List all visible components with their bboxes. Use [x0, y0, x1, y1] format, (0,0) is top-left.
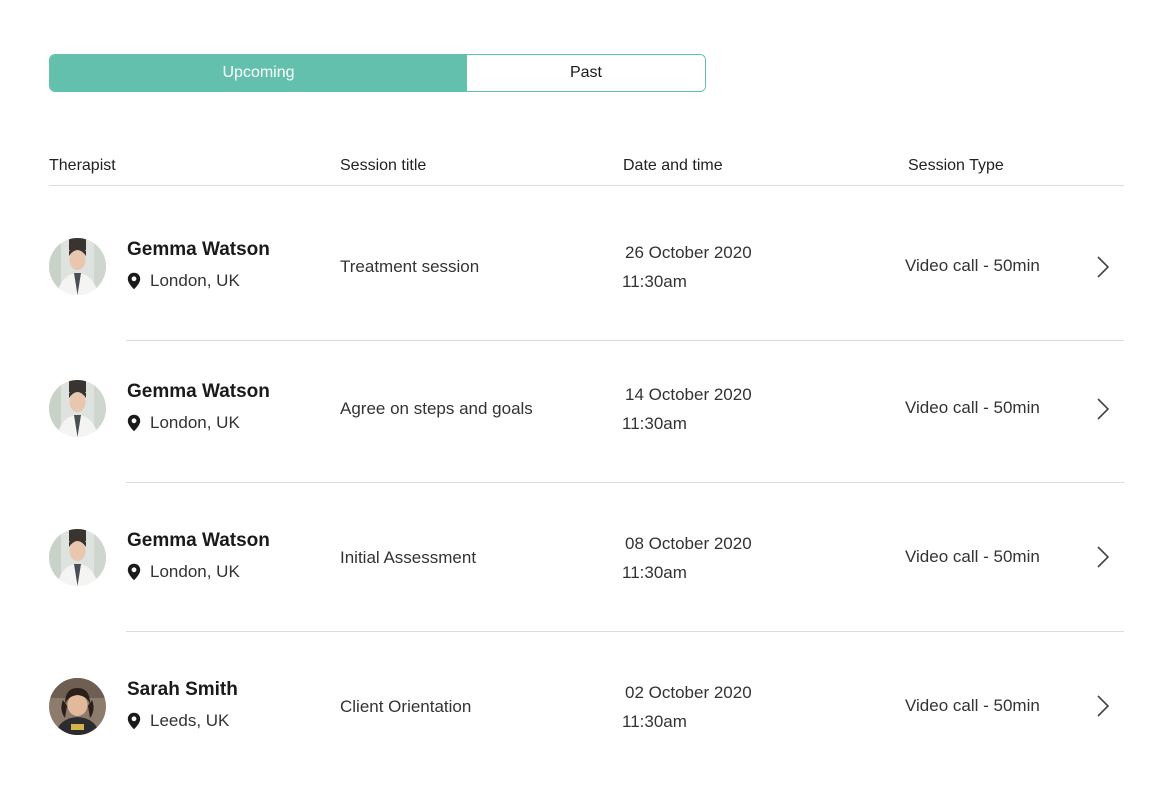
column-header-date-time: Date and time	[623, 157, 723, 174]
therapist-location: London, UK	[127, 271, 240, 291]
tab-upcoming[interactable]: Upcoming	[50, 55, 467, 91]
therapist-avatar	[49, 678, 106, 735]
location-label: London, UK	[150, 413, 240, 432]
session-time: 11:30am	[622, 272, 687, 291]
therapist-location: Leeds, UK	[127, 711, 229, 731]
map-pin-icon	[127, 414, 141, 432]
therapist-name: Gemma Watson	[127, 530, 270, 551]
table-header: Therapist Session title Date and time Se…	[49, 155, 1124, 186]
therapist-location: London, UK	[127, 562, 240, 582]
chevron-right-icon[interactable]	[1095, 255, 1111, 279]
tab-past[interactable]: Past	[467, 55, 705, 91]
session-date: 14 October 2020	[625, 385, 752, 404]
therapist-avatar	[49, 238, 106, 295]
session-date: 08 October 2020	[625, 534, 752, 553]
session-type: Video call - 50min	[905, 547, 1040, 566]
session-title: Client Orientation	[340, 697, 472, 716]
table-row[interactable]: Gemma Watson London, UK Agree on steps a…	[49, 341, 1124, 483]
chevron-right-icon[interactable]	[1095, 397, 1111, 421]
session-time: 11:30am	[622, 712, 687, 731]
therapist-name: Gemma Watson	[127, 381, 270, 402]
location-label: London, UK	[150, 562, 240, 581]
session-date: 02 October 2020	[625, 683, 752, 702]
session-title: Agree on steps and goals	[340, 399, 533, 418]
location-label: Leeds, UK	[150, 711, 230, 730]
therapist-location: London, UK	[127, 413, 240, 433]
map-pin-icon	[127, 272, 141, 290]
session-time: 11:30am	[622, 414, 687, 433]
table-row[interactable]: Gemma Watson London, UK Initial Assessme…	[49, 483, 1124, 631]
therapist-avatar	[49, 380, 106, 437]
session-type: Video call - 50min	[905, 256, 1040, 275]
chevron-right-icon[interactable]	[1095, 694, 1111, 718]
session-title: Treatment session	[340, 257, 480, 276]
therapist-name: Gemma Watson	[127, 239, 270, 260]
map-pin-icon	[127, 563, 141, 581]
session-tabs: Upcoming Past	[49, 54, 706, 92]
table-row[interactable]: Sarah Smith Leeds, UK Client Orientation…	[49, 632, 1124, 782]
therapist-name: Sarah Smith	[127, 679, 238, 700]
therapist-avatar	[49, 529, 106, 586]
session-date: 26 October 2020	[625, 243, 752, 262]
session-time: 11:30am	[622, 563, 687, 582]
column-header-therapist: Therapist	[49, 157, 116, 174]
chevron-right-icon[interactable]	[1095, 545, 1111, 569]
location-label: London, UK	[150, 271, 240, 290]
map-pin-icon	[127, 712, 141, 730]
session-type: Video call - 50min	[905, 696, 1040, 715]
session-type: Video call - 50min	[905, 398, 1040, 417]
column-header-session-title: Session title	[340, 157, 427, 174]
session-title: Initial Assessment	[340, 548, 477, 567]
column-header-session-type: Session Type	[908, 157, 1004, 174]
table-row[interactable]: Gemma Watson London, UK Treatment sessio…	[49, 186, 1124, 341]
